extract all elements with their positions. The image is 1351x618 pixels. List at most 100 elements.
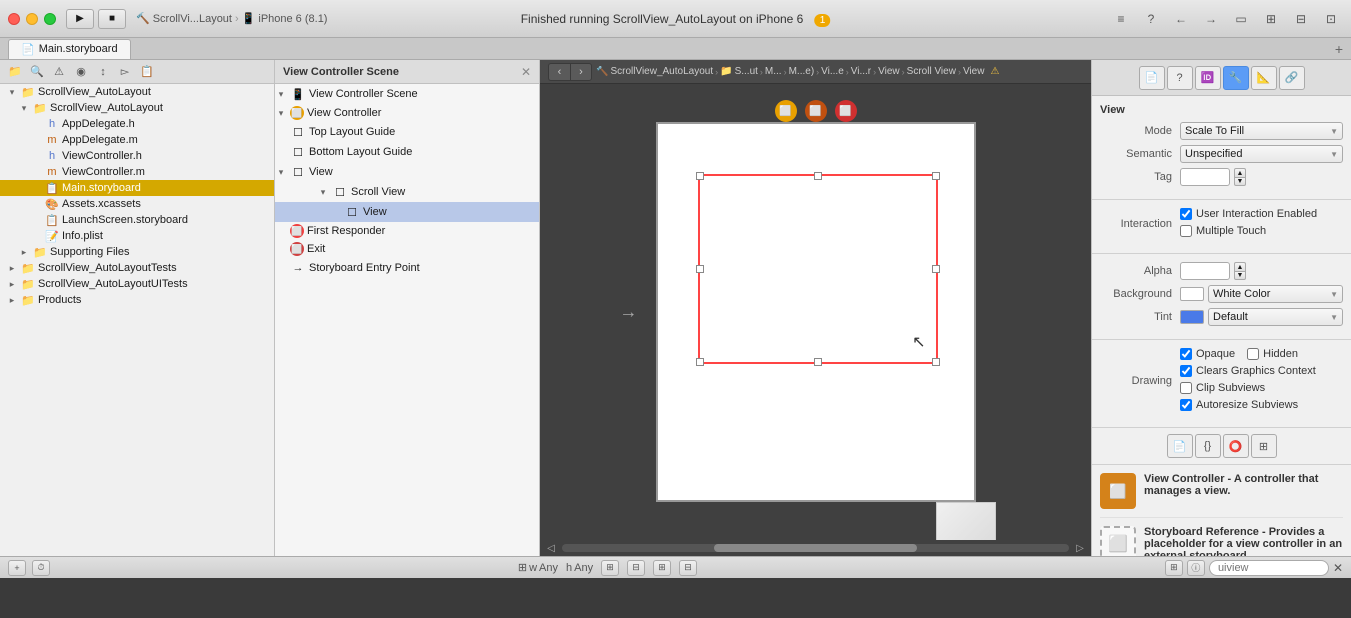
tree-item-infoplist[interactable]: 📝 Info.plist <box>0 228 274 244</box>
tree-item-products[interactable]: 📁 Products <box>0 292 274 308</box>
scene-item-bottom-layout[interactable]: ☐ Bottom Layout Guide <box>275 142 539 162</box>
bc-item-1[interactable]: 🔨 ScrollView_AutoLayout <box>596 66 713 77</box>
stepper-down-icon[interactable]: ▼ <box>1234 271 1246 280</box>
scene-item-scrollview[interactable]: ☐ Scroll View <box>275 182 539 202</box>
inspector-tab-quick-help[interactable]: ? <box>1167 66 1193 90</box>
clears-graphics-checkbox[interactable] <box>1180 365 1192 377</box>
run-button[interactable]: ▶ <box>66 9 94 29</box>
forward-nav-icon[interactable]: → <box>1199 10 1223 28</box>
tree-item-viewcontroller-h[interactable]: h ViewController.h <box>0 148 274 164</box>
zoom-btn-2[interactable]: ⊟ <box>627 560 645 576</box>
main-storyboard-tab[interactable]: 📄 Main.storyboard <box>8 39 131 59</box>
inspector-tab-file[interactable]: 📄 <box>1139 66 1165 90</box>
canvas-body[interactable]: ⬜ ⬜ ⬜ → <box>540 84 1091 540</box>
vc-circle-icon-red[interactable]: ⬜ <box>835 100 857 122</box>
test-nav-icon[interactable]: ◉ <box>72 63 90 81</box>
inspector-toggle-icon[interactable]: ⓘ <box>1187 560 1205 576</box>
tree-item-supporting-files[interactable]: 📁 Supporting Files <box>0 244 274 260</box>
opaque-checkbox[interactable] <box>1180 348 1192 360</box>
breakpoint-icon[interactable]: ▻ <box>116 63 134 81</box>
tint-color-swatch[interactable] <box>1180 310 1204 324</box>
clip-subviews-checkbox[interactable] <box>1180 382 1192 394</box>
mode-select[interactable]: Scale To Fill ▼ <box>1180 122 1343 140</box>
stepper-up-icon[interactable]: ▲ <box>1234 168 1246 177</box>
stepper-up-icon[interactable]: ▲ <box>1234 262 1246 271</box>
scene-item-inner-view[interactable]: ☐ View <box>275 202 539 222</box>
folder-icon[interactable]: 📁 <box>6 63 24 81</box>
git-nav-icon[interactable]: ↕ <box>94 63 112 81</box>
hidden-checkbox[interactable] <box>1247 348 1259 360</box>
scroll-right-icon[interactable]: ▷ <box>1073 541 1087 555</box>
layout-toggle-icon[interactable]: ⊞ <box>1165 560 1183 576</box>
background-select[interactable]: White Color ▼ <box>1208 285 1343 303</box>
alpha-stepper[interactable]: ▲ ▼ <box>1234 262 1246 280</box>
view-controller-frame[interactable]: ↖ <box>656 122 976 502</box>
inspector-tab-attributes[interactable]: 🔧 <box>1223 66 1249 90</box>
zoom-btn-3[interactable]: ⊞ <box>653 560 671 576</box>
scene-item-vc-scene[interactable]: 📱 View Controller Scene <box>275 84 539 104</box>
bc-item-6[interactable]: Vi...r <box>851 66 871 77</box>
bc-item-3[interactable]: M... <box>765 66 782 77</box>
tree-item-assets[interactable]: 🎨 Assets.xcassets <box>0 196 274 212</box>
inspector-file-tab[interactable]: 📄 <box>1167 434 1193 458</box>
scene-item-entry-point[interactable]: → Storyboard Entry Point <box>275 258 539 278</box>
stop-button[interactable]: ■ <box>98 9 126 29</box>
bc-item-2[interactable]: 📁 S...ut <box>720 66 758 77</box>
inspector-circle-tab[interactable]: ⭕ <box>1223 434 1249 458</box>
scene-item-view[interactable]: ☐ View <box>275 162 539 182</box>
background-color-swatch[interactable] <box>1180 287 1204 301</box>
search-nav-icon[interactable]: 🔍 <box>28 63 46 81</box>
stepper-down-icon[interactable]: ▼ <box>1234 177 1246 186</box>
close-button[interactable] <box>8 13 20 25</box>
warning-nav-icon[interactable]: ⚠ <box>50 63 68 81</box>
canvas-back-button[interactable]: ‹ <box>548 63 570 81</box>
tree-item-viewcontroller-m[interactable]: m ViewController.m <box>0 164 274 180</box>
report-icon[interactable]: 📋 <box>138 63 156 81</box>
scene-item-first-responder[interactable]: ⬜ First Responder <box>275 222 539 240</box>
canvas-forward-button[interactable]: › <box>570 63 592 81</box>
statusbar-add-button[interactable]: + <box>8 560 26 576</box>
inspector-tab-identity[interactable]: 🆔 <box>1195 66 1221 90</box>
selected-view[interactable]: ↖ <box>698 174 938 364</box>
autoresize-checkbox[interactable] <box>1180 399 1192 411</box>
statusbar-history-button[interactable]: ⏱ <box>32 560 50 576</box>
inspector-grid-tab[interactable]: ⊞ <box>1251 434 1277 458</box>
bc-item-4[interactable]: M...e) <box>789 66 815 77</box>
layout-single-icon[interactable]: ▭ <box>1229 10 1253 28</box>
h-size-btn[interactable]: h Any <box>566 562 593 574</box>
tint-select[interactable]: Default ▼ <box>1208 308 1343 326</box>
tree-item-tests[interactable]: 📁 ScrollView_AutoLayoutTests <box>0 260 274 276</box>
tree-item-uitests[interactable]: 📁 ScrollView_AutoLayoutUITests <box>0 276 274 292</box>
maximize-button[interactable] <box>44 13 56 25</box>
scene-item-exit[interactable]: ⬜ Exit <box>275 240 539 258</box>
layout-assistant-icon[interactable]: ⊟ <box>1289 10 1313 28</box>
semantic-select[interactable]: Unspecified ▼ <box>1180 145 1343 163</box>
canvas-scrollbar-thumb[interactable] <box>714 544 917 552</box>
tag-input[interactable]: 0 <box>1180 168 1230 186</box>
canvas-scrollbar-track[interactable] <box>562 544 1069 552</box>
object-search-input[interactable] <box>1209 560 1329 576</box>
tree-item-root-project[interactable]: 📁 ScrollView_AutoLayout <box>0 84 274 100</box>
scene-item-vc[interactable]: ⬜ View Controller <box>275 104 539 122</box>
toolbar-toggle-icon[interactable]: ≡ <box>1109 10 1133 28</box>
scene-panel-close-button[interactable]: ✕ <box>521 65 531 79</box>
multiple-touch-checkbox[interactable] <box>1180 225 1192 237</box>
user-interaction-checkbox[interactable] <box>1180 208 1192 220</box>
tree-item-appdelegate-h[interactable]: h AppDelegate.h <box>0 116 274 132</box>
tree-item-launchscreen[interactable]: 📋 LaunchScreen.storyboard <box>0 212 274 228</box>
zoom-btn-4[interactable]: ⊟ <box>679 560 697 576</box>
inspector-tab-size[interactable]: 📐 <box>1251 66 1277 90</box>
tag-stepper[interactable]: ▲ ▼ <box>1234 168 1246 186</box>
minimize-button[interactable] <box>26 13 38 25</box>
search-clear-icon[interactable]: ✕ <box>1333 561 1343 575</box>
vc-circle-icon-yellow[interactable]: ⬜ <box>775 100 797 122</box>
vc-circle-icon-orange[interactable]: ⬜ <box>805 100 827 122</box>
bc-item-8[interactable]: Scroll View <box>907 66 956 77</box>
scroll-left-icon[interactable]: ◁ <box>544 541 558 555</box>
utility-icon[interactable]: ⊡ <box>1319 10 1343 28</box>
bc-item-9[interactable]: View <box>963 66 985 77</box>
bc-item-7[interactable]: View <box>878 66 900 77</box>
bc-item-5[interactable]: Vi...e <box>821 66 844 77</box>
size-btn-group[interactable]: ⊞ w Any <box>518 561 558 574</box>
tree-item-appdelegate-m[interactable]: m AppDelegate.m <box>0 132 274 148</box>
